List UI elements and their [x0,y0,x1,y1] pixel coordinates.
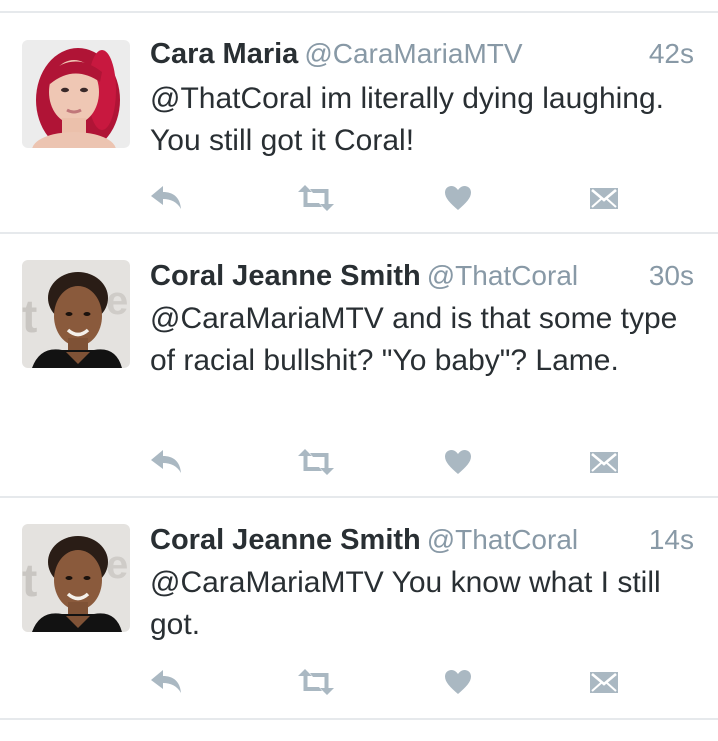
author-name[interactable]: Cara Maria [150,38,298,70]
tweet-header: Coral Jeanne Smith @ThatCoral 14s [150,520,694,560]
tweet-actions [0,180,718,216]
reply-icon [151,186,181,209]
svg-text:t: t [22,290,37,342]
author-handle[interactable]: @CaraMariaMTV [304,38,522,69]
direct-message-icon [590,452,618,473]
tweet-text: @CaraMariaMTV You know what I still got. [150,566,661,641]
reply-button[interactable] [146,444,186,480]
direct-message-button[interactable] [584,180,624,216]
like-button[interactable] [438,180,478,216]
author-handle[interactable]: @ThatCoral [427,260,578,291]
direct-message-icon [590,188,618,209]
avatar[interactable]: t e [22,260,130,368]
timestamp[interactable]: 30s [649,256,694,296]
like-icon [445,450,471,474]
timestamp[interactable]: 42s [649,34,694,74]
author-name[interactable]: Coral Jeanne Smith [150,524,421,556]
tweet-text: @CaraMariaMTV and is that some type of r… [150,302,678,377]
reply-icon [151,450,181,473]
like-icon [445,670,471,694]
retweet-icon [298,669,334,695]
direct-message-icon [590,672,618,693]
divider [0,718,718,720]
retweet-button[interactable] [296,180,336,216]
like-button[interactable] [438,444,478,480]
timestamp[interactable]: 14s [649,520,694,560]
avatar[interactable] [22,40,130,148]
retweet-button[interactable] [296,444,336,480]
reply-button[interactable] [146,180,186,216]
tweet-card[interactable]: Cara Maria @CaraMariaMTV 42s @ThatCoral i… [0,0,718,232]
like-icon [445,186,471,210]
tweet-actions [0,444,718,480]
like-button[interactable] [438,664,478,700]
svg-text:t: t [22,554,37,606]
svg-text:e: e [106,543,128,587]
author-handle[interactable]: @ThatCoral [427,524,578,555]
author-name[interactable]: Coral Jeanne Smith [150,260,421,292]
tweet-actions [0,664,718,700]
direct-message-button[interactable] [584,444,624,480]
reply-icon [151,670,181,693]
avatar[interactable]: t e [22,524,130,632]
reply-button[interactable] [146,664,186,700]
svg-text:e: e [106,279,128,323]
tweet-header: Coral Jeanne Smith @ThatCoral 30s [150,256,694,296]
retweet-button[interactable] [296,664,336,700]
retweet-icon [298,449,334,475]
retweet-icon [298,185,334,211]
tweet-card[interactable]: t e Coral Jeanne Smith @ThatCoral 30s @Ca… [0,234,718,496]
tweet-timeline: Cara Maria @CaraMariaMTV 42s @ThatCoral i… [0,0,718,741]
tweet-card[interactable]: t e Coral Jeanne Smith @ThatCoral 14s @Ca… [0,498,718,718]
tweet-text: @ThatCoral im literally dying laughing. … [150,82,665,157]
tweet-header: Cara Maria @CaraMariaMTV 42s [150,34,694,74]
direct-message-button[interactable] [584,664,624,700]
